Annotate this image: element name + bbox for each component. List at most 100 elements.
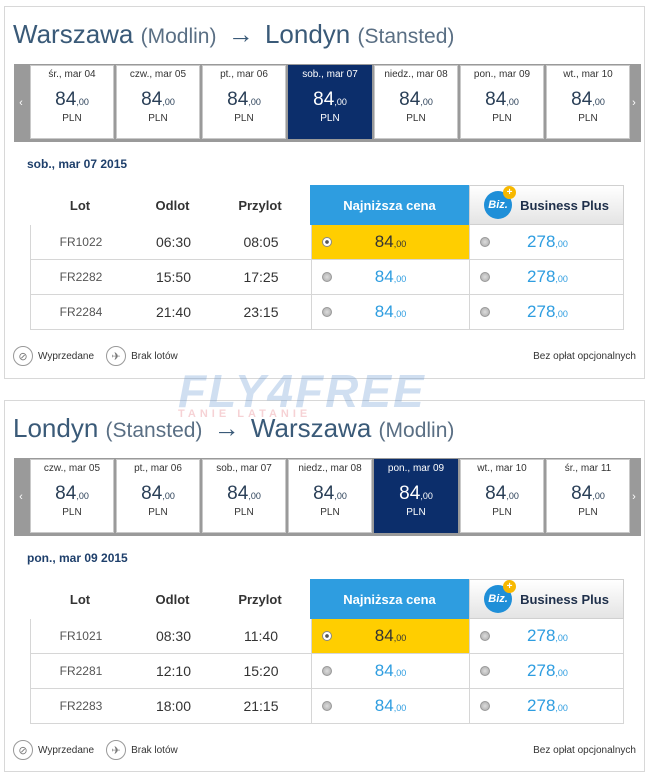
price-decimals: ,00 — [592, 491, 605, 501]
price-decimals: ,00 — [248, 491, 261, 501]
fare-whole: 84 — [374, 232, 394, 251]
business-plus-fare-price: 278,00 — [527, 302, 568, 322]
date-option[interactable]: czw., mar 05 84,00 PLN — [30, 459, 114, 533]
business-plus-radio[interactable] — [480, 666, 490, 676]
business-plus-fare-option[interactable]: 278,00 — [470, 654, 625, 688]
price-whole: 84 — [55, 89, 77, 110]
business-plus-fare-price: 278,00 — [527, 661, 568, 681]
price-whole: 84 — [399, 89, 421, 110]
flight-table: Lot Odlot Przylot Najniższa cena Biz. + B… — [30, 185, 624, 330]
flight-number: FR2284 — [59, 305, 103, 319]
outbound-flight-panel: Warszawa (Modlin) → Londyn (Stansted) ‹ … — [4, 6, 645, 379]
fare-whole: 84 — [374, 302, 394, 321]
price-whole: 84 — [399, 483, 421, 504]
column-header-flight: Lot — [69, 591, 91, 607]
lowest-fare-radio[interactable] — [322, 666, 332, 676]
business-plus-fare-price: 278,00 — [527, 626, 568, 646]
date-option[interactable]: pt., mar 06 84,00 PLN — [116, 459, 200, 533]
lowest-fare-option[interactable]: 84,00 — [311, 689, 470, 723]
legend-sold-out-label: Wyprzedane — [38, 350, 95, 362]
business-plus-fare-option[interactable]: 278,00 — [470, 619, 625, 653]
sold-out-icon: ⊘ — [13, 740, 33, 760]
flight-row: FR1021 08:30 11:40 84,00 278,00 — [30, 619, 624, 654]
lowest-fare-price: 84,00 — [375, 626, 406, 646]
date-option-label: niedz., mar 08 — [298, 463, 362, 474]
fare-decimals: ,00 — [393, 633, 407, 643]
business-plus-label: Business Plus — [520, 197, 609, 213]
business-plus-radio[interactable] — [480, 237, 490, 247]
date-option[interactable]: śr., mar 11 84,00 PLN — [546, 459, 630, 533]
date-option[interactable]: niedz., mar 08 84,00 PLN — [288, 459, 372, 533]
business-plus-radio[interactable] — [480, 701, 490, 711]
price-decimals: ,00 — [248, 97, 261, 107]
lowest-fare-radio[interactable] — [322, 307, 332, 317]
lowest-fare-option[interactable]: 84,00 — [311, 619, 470, 653]
column-header-flight: Lot — [69, 197, 91, 213]
legend-no-flights-label: Brak lotów — [131, 744, 178, 756]
legend-no-flights: ✈ Brak lotów — [106, 346, 178, 366]
date-option-label: niedz., mar 08 — [384, 69, 448, 80]
fare-whole: 278 — [527, 696, 556, 715]
route-title: Londyn (Stansted) → Warszawa (Modlin) — [13, 413, 454, 444]
lowest-fare-radio[interactable] — [322, 272, 332, 282]
date-option-price: 84,00 — [117, 483, 199, 505]
lowest-fare-radio[interactable] — [322, 237, 332, 247]
lowest-fare-option[interactable]: 84,00 — [311, 654, 470, 688]
date-option[interactable]: sob., mar 07 84,00 PLN — [202, 459, 286, 533]
destination-city: Warszawa — [250, 413, 372, 443]
date-option[interactable]: pon., mar 09 84,00 PLN — [374, 459, 458, 533]
biz-logo-text: Biz. — [488, 593, 508, 605]
business-plus-fare-option[interactable]: 278,00 — [470, 225, 625, 259]
lowest-fare-radio[interactable] — [322, 701, 332, 711]
flight-number: FR1022 — [59, 235, 103, 249]
lowest-fare-option[interactable]: 84,00 — [311, 295, 470, 329]
legend-no-flights: ✈ Brak lotów — [106, 740, 178, 760]
departure-time: 18:00 — [155, 698, 192, 714]
date-option[interactable]: wt., mar 10 84,00 PLN — [460, 459, 544, 533]
date-option[interactable]: niedz., mar 08 84,00 PLN — [374, 65, 458, 139]
departure-time: 21:40 — [155, 304, 192, 320]
price-whole: 84 — [571, 89, 593, 110]
flight-number: FR1021 — [59, 629, 103, 643]
date-option[interactable]: czw., mar 05 84,00 PLN — [116, 65, 200, 139]
business-plus-radio[interactable] — [480, 307, 490, 317]
date-option[interactable]: sob., mar 07 84,00 PLN — [288, 65, 372, 139]
price-decimals: ,00 — [592, 97, 605, 107]
date-option-price: 84,00 — [31, 483, 113, 505]
date-option-currency: PLN — [148, 507, 168, 518]
origin-city: Warszawa — [13, 19, 134, 49]
date-option[interactable]: śr., mar 04 84,00 PLN — [30, 65, 114, 139]
selected-date-label: pon., mar 09 2015 — [27, 551, 128, 565]
business-plus-radio[interactable] — [480, 631, 490, 641]
flight-row: FR2284 21:40 23:15 84,00 278,00 — [30, 295, 624, 330]
date-option-currency: PLN — [406, 507, 426, 518]
lowest-fare-price: 84,00 — [375, 696, 406, 716]
lowest-fare-option[interactable]: 84,00 — [311, 260, 470, 294]
flight-number: FR2283 — [59, 699, 103, 713]
price-whole: 84 — [571, 483, 593, 504]
business-plus-fare-option[interactable]: 278,00 — [470, 295, 625, 329]
chevron-left-icon[interactable]: ‹ — [14, 64, 28, 142]
date-option-currency: PLN — [578, 507, 598, 518]
chevron-left-icon[interactable]: ‹ — [14, 458, 28, 536]
date-option[interactable]: wt., mar 10 84,00 PLN — [546, 65, 630, 139]
date-option-price: 84,00 — [375, 483, 457, 505]
date-option[interactable]: pt., mar 06 84,00 PLN — [202, 65, 286, 139]
fare-whole: 278 — [527, 626, 556, 645]
date-option-price: 84,00 — [375, 89, 457, 111]
fare-decimals: ,00 — [393, 274, 407, 284]
lowest-fare-radio[interactable] — [322, 631, 332, 641]
business-plus-fare-price: 278,00 — [527, 267, 568, 287]
lowest-fare-option[interactable]: 84,00 — [311, 225, 470, 259]
flight-row: FR2283 18:00 21:15 84,00 278,00 — [30, 689, 624, 724]
column-header-business-plus: Biz. + Business Plus — [469, 185, 624, 225]
business-plus-radio[interactable] — [480, 272, 490, 282]
date-option[interactable]: pon., mar 09 84,00 PLN — [460, 65, 544, 139]
business-plus-fare-option[interactable]: 278,00 — [470, 260, 625, 294]
arrival-time: 15:20 — [243, 663, 279, 679]
lowest-fare-price: 84,00 — [375, 267, 406, 287]
fare-decimals: ,00 — [393, 309, 407, 319]
lowest-fare-price: 84,00 — [375, 232, 406, 252]
arrival-time: 23:15 — [243, 304, 279, 320]
business-plus-fare-option[interactable]: 278,00 — [470, 689, 625, 723]
